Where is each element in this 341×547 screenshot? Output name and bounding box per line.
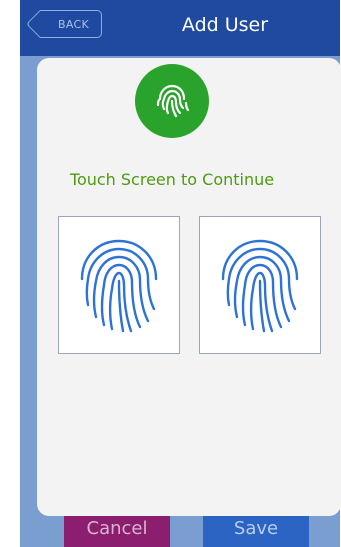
fingerprint-badge xyxy=(135,64,209,138)
fingerprint-slot-2[interactable] xyxy=(199,216,321,354)
fingerprint-modal[interactable]: Touch Screen to Continue xyxy=(37,58,341,516)
fingerprint-icon xyxy=(80,239,158,333)
page-title: Add User xyxy=(181,14,269,36)
header-bar: BACK Add User xyxy=(20,0,340,56)
fingerprint-icon xyxy=(156,84,190,118)
fingerprint-icon xyxy=(221,239,299,333)
fingerprint-slot-1[interactable] xyxy=(58,216,180,354)
touch-instruction: Touch Screen to Continue xyxy=(69,170,275,189)
